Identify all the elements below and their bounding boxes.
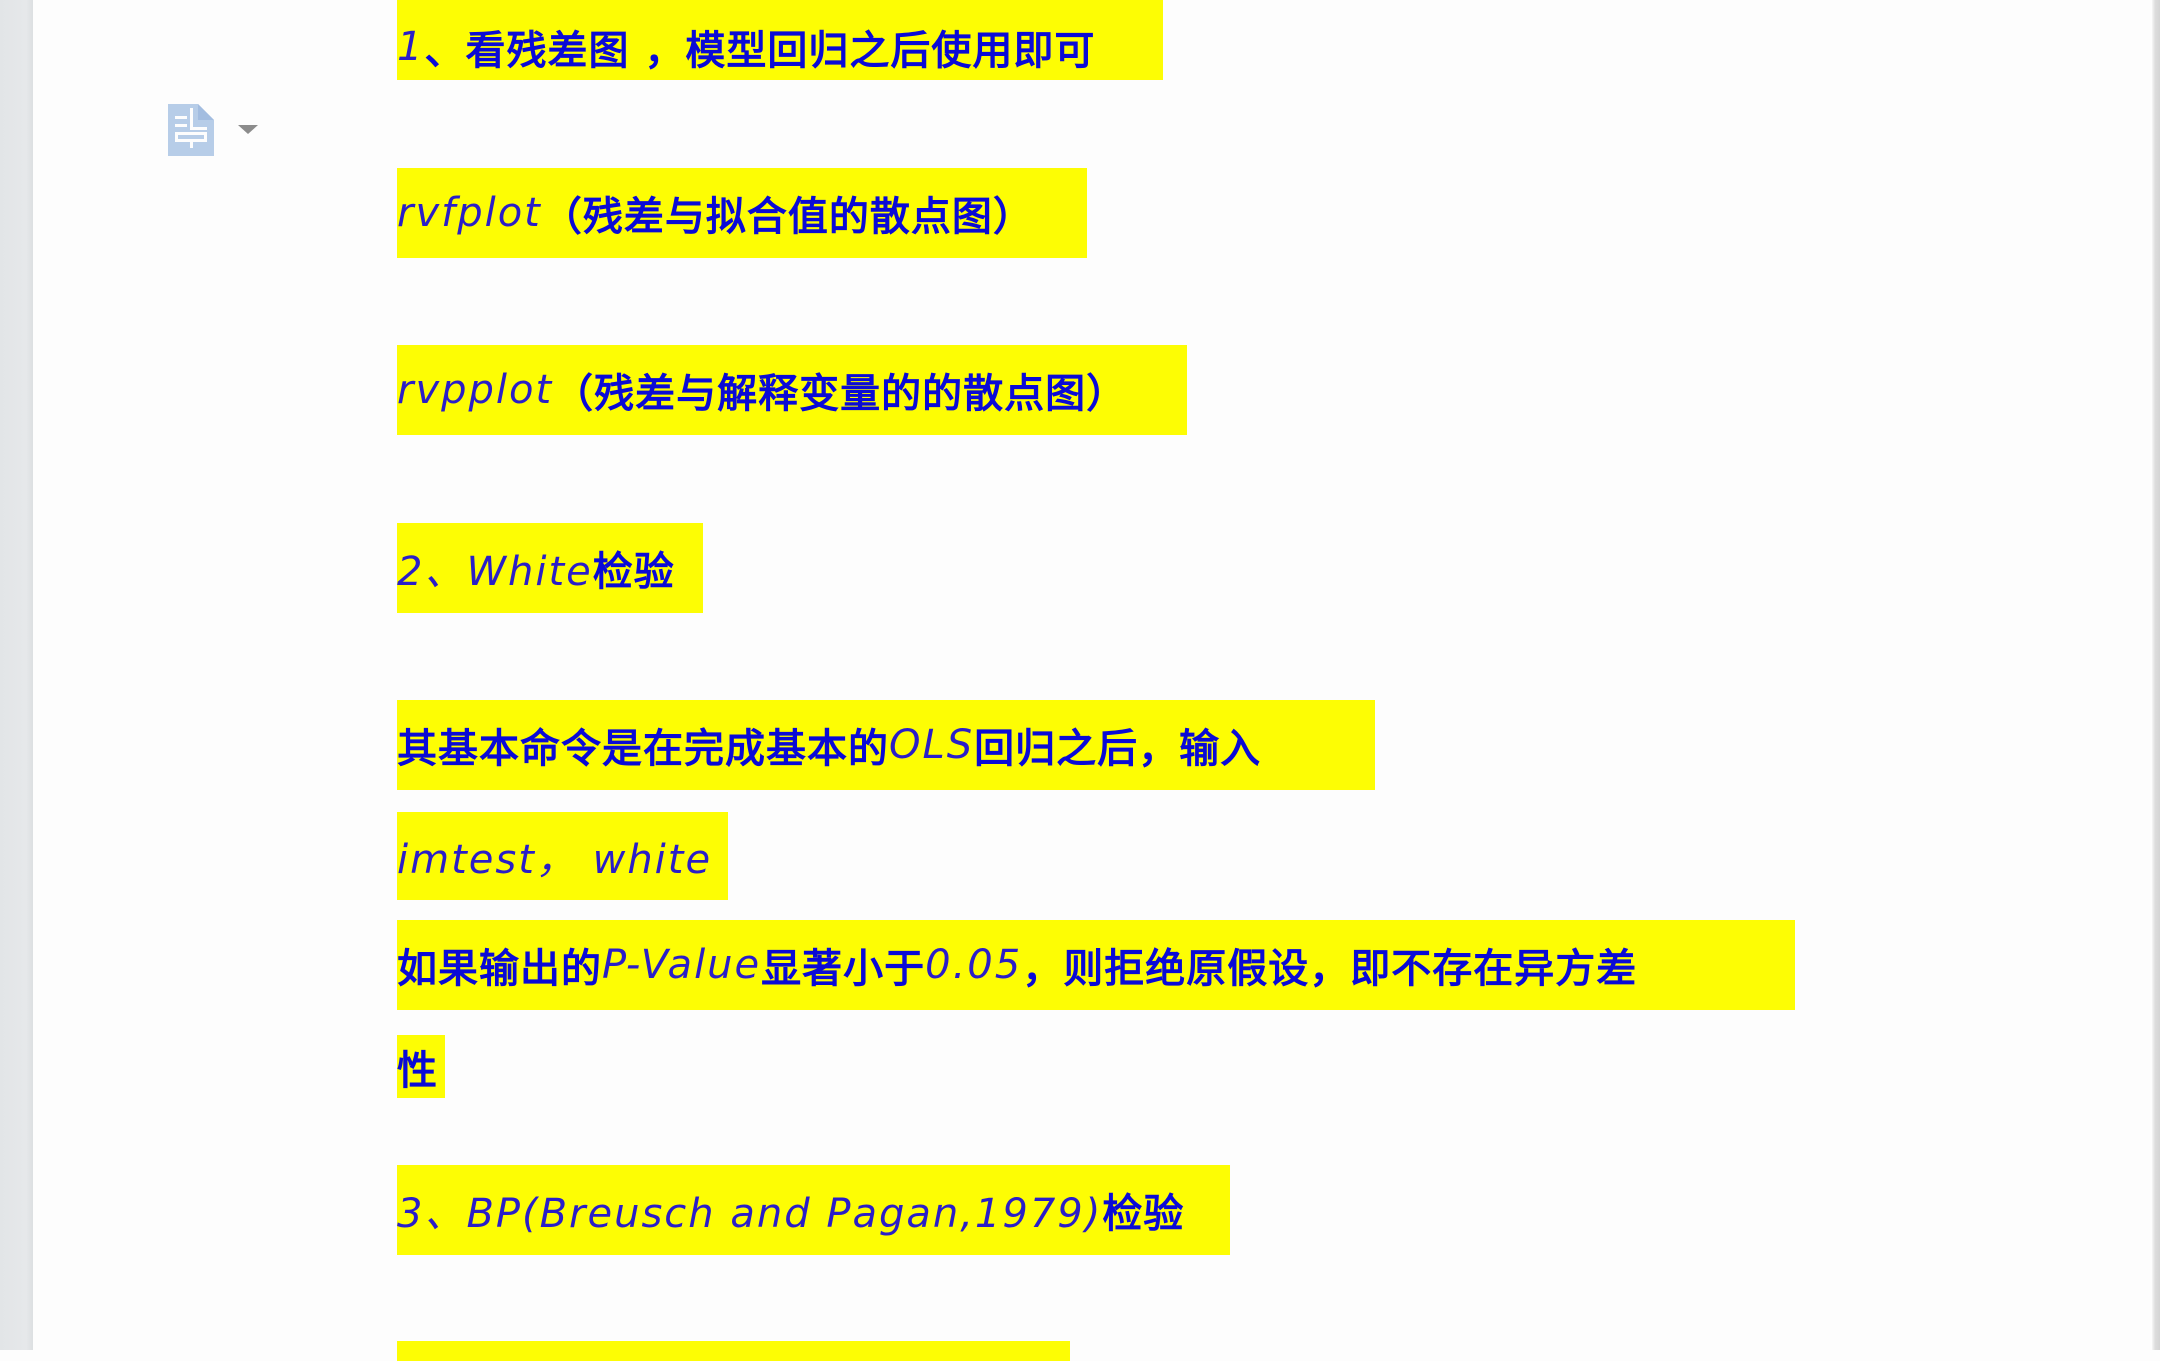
latin-text-run: P-Value [602,942,762,988]
cjk-text-run: 显著小于 [761,946,926,992]
scrollbar-edge[interactable] [2152,0,2160,1350]
latin-text-run: 3、BP(Breusch and Pagan,1979) [397,1191,1103,1237]
paragraph-imtest-command: imtest， white [397,812,728,900]
document-page [33,0,2153,1350]
document-icon[interactable] [168,104,214,156]
latin-text-run: 2、White [397,549,593,595]
heading-residual-plot: 1 、看残差图 ，模型回归之后使用即可 [397,0,1163,80]
cjk-text-run: 检验 [592,549,675,595]
latin-text-run: OLS [889,722,975,768]
latin-text-run: rvfplot [397,190,542,236]
latin-text-run: imtest， white [397,837,713,883]
cjk-text-run: 回归之后，输入 [974,726,1262,772]
paragraph-pvalue-rule: 如果输出的 P-Value 显著小于 0.05 ，则拒绝原假设，即不存在异方差 [397,920,1795,1010]
cjk-text-run: 检验 [1102,1191,1185,1237]
paragraph-pvalue-rule-continued: 性 [397,1035,445,1098]
paragraph-rvfplot: rvfplot （残差与拟合值的散点图） [397,168,1087,258]
paragraph-layout-menu[interactable] [168,104,258,156]
latin-text-run: 1 [397,24,425,70]
paragraph-next-partial [397,1341,1070,1361]
paragraph-rvpplot: rvpplot （残差与解释变量的的散点图） [397,345,1187,435]
cjk-text-run: ，则拒绝原假设，即不存在异方差 [1022,946,1638,992]
cjk-text-run: 、看残差图 ，模型回归之后使用即可 [424,28,1096,74]
caret-down-icon[interactable] [238,124,258,134]
cjk-text-run: 其基本命令是在完成基本的 [397,726,889,772]
paragraph-white-command: 其基本命令是在完成基本的 OLS 回归之后，输入 [397,700,1375,790]
latin-text-run: rvpplot [397,367,554,413]
cjk-text-run: （残差与解释变量的的散点图） [553,371,1128,417]
heading-bp-test: 3、BP(Breusch and Pagan,1979) 检验 [397,1165,1230,1255]
cjk-text-run: 性 [397,1047,438,1094]
cjk-text-run: （残差与拟合值的散点图） [541,194,1034,240]
heading-white-test: 2、White 检验 [397,523,703,613]
latin-text-run: 0.05 [925,942,1023,988]
cjk-text-run: 如果输出的 [397,946,602,992]
left-gutter [0,0,33,1350]
